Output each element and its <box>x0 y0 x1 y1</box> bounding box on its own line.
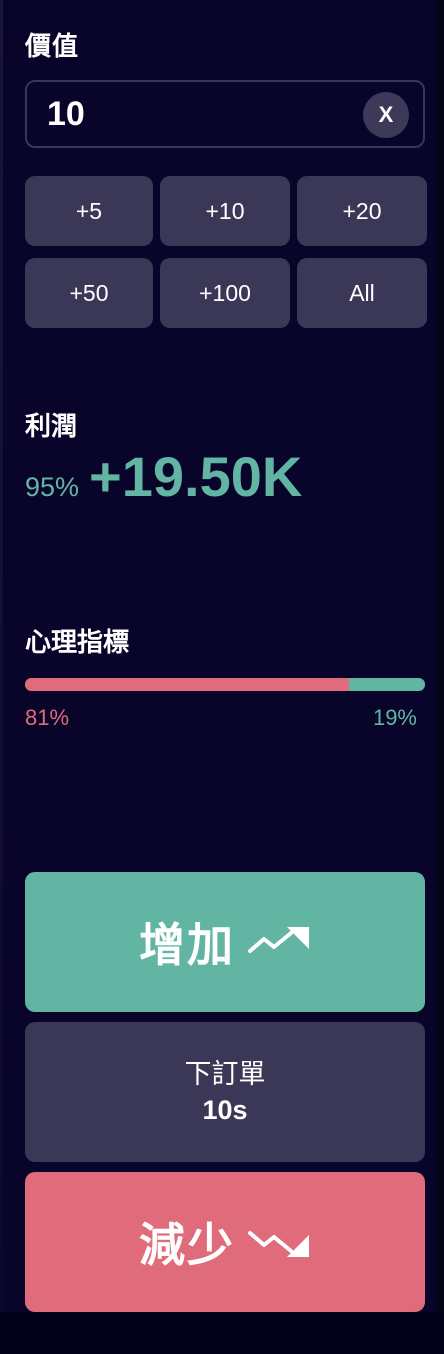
trend-down-icon <box>247 1225 311 1259</box>
quick-amount-plus-20-button[interactable]: +20 <box>297 176 427 246</box>
profit-label: 利潤 <box>25 411 78 441</box>
trade-panel: 價值 X +5 +10 +20 +50 +100 All 利潤 95% +19.… <box>0 0 436 1312</box>
sentiment-down-percent: 81% <box>25 705 70 730</box>
place-order-button[interactable]: 下訂單 10s <box>25 1022 425 1162</box>
panel-left-edge <box>0 0 3 1312</box>
profit-percent: 95% <box>25 472 80 502</box>
quick-amount-grid: +5 +10 +20 +50 +100 All <box>25 176 427 328</box>
amount-label: 價值 <box>25 31 80 61</box>
sentiment-up-percent: 19% <box>372 705 417 730</box>
clear-amount-button[interactable]: X <box>363 92 409 138</box>
decrease-label: 減少 <box>139 1219 235 1271</box>
increase-button[interactable]: 增加 <box>25 872 425 1012</box>
increase-label: 增加 <box>139 919 235 971</box>
trend-up-icon <box>247 925 311 959</box>
quick-amount-plus-5-button[interactable]: +5 <box>25 176 153 246</box>
panel-right-edge <box>436 0 444 1354</box>
quick-amount-all-button[interactable]: All <box>297 258 427 328</box>
quick-amount-plus-50-button[interactable]: +50 <box>25 258 153 328</box>
amount-field[interactable]: X <box>25 80 425 148</box>
quick-amount-plus-100-button[interactable]: +100 <box>160 258 290 328</box>
quick-amount-plus-10-button[interactable]: +10 <box>160 176 290 246</box>
bottom-strip <box>0 1312 444 1354</box>
place-order-label: 下訂單 <box>184 1059 266 1089</box>
profit-value: +19.50K <box>89 445 303 508</box>
decrease-button[interactable]: 減少 <box>25 1172 425 1312</box>
order-timer: 10s <box>202 1095 248 1125</box>
profit-row: 95% +19.50K <box>25 444 302 509</box>
amount-input[interactable] <box>47 94 347 134</box>
sentiment-up-fill <box>349 678 425 691</box>
sentiment-bar <box>25 678 425 691</box>
sentiment-label: 心理指標 <box>25 627 130 657</box>
sentiment-down-fill <box>25 678 349 691</box>
